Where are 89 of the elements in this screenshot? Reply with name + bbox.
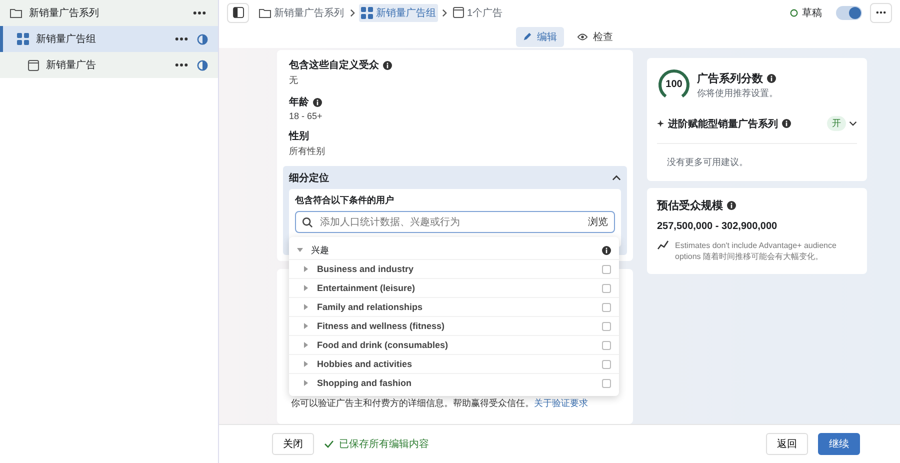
grid-icon: [17, 33, 29, 45]
include-label: 包含符合以下条件的用户: [295, 194, 395, 207]
field-value: 无: [289, 74, 299, 87]
sidebar-item[interactable]: 新销量广告: [0, 52, 218, 78]
breadcrumb[interactable]: 新销量广告组: [359, 4, 438, 22]
audience-range: 257,500,000 - 302,900,000: [657, 221, 778, 232]
more-button[interactable]: [870, 2, 892, 22]
field-label: 性别: [289, 130, 309, 143]
status-badge: 开: [827, 116, 846, 131]
page-icon: [28, 60, 39, 70]
eye-icon: [577, 32, 588, 40]
sidebar-panel-icon: [232, 7, 244, 18]
info-icon: [727, 201, 736, 210]
category-label[interactable]: Fitness and wellness (fitness): [317, 321, 594, 331]
more-button[interactable]: [173, 63, 190, 67]
more-button[interactable]: [191, 11, 208, 15]
page-icon: [453, 7, 464, 18]
category-label[interactable]: 兴趣: [311, 244, 594, 256]
breadcrumb[interactable]: 新销量广告系列: [257, 4, 346, 22]
card-subtitle: 你将使用推荐设置。: [697, 86, 778, 100]
half-circle-icon: [197, 60, 208, 70]
continue-button[interactable]: 继续: [818, 433, 860, 455]
checkbox[interactable]: [602, 360, 611, 368]
search-icon: [302, 216, 313, 228]
checkbox[interactable]: [602, 378, 611, 388]
folder-icon: [259, 8, 271, 18]
score-value: 100: [666, 80, 682, 90]
status-label: 草稿: [802, 6, 822, 20]
setting-label: 进阶赋能型销量广告系列: [668, 117, 778, 130]
field-value: 所有性别: [289, 145, 326, 158]
toggle-switch[interactable]: [836, 6, 862, 20]
checkbox[interactable]: [602, 284, 611, 292]
chevron-icon[interactable]: [612, 175, 621, 181]
field-label: 包含这些自定义受众: [289, 58, 379, 72]
info-icon: [782, 119, 791, 128]
back-button[interactable]: 返回: [766, 433, 808, 455]
saved-status: 已保存所有编辑内容: [339, 438, 429, 451]
verification-link[interactable]: 关于验证要求: [534, 398, 588, 408]
category-label[interactable]: Hobbies and activities: [317, 359, 594, 369]
caret-icon[interactable]: [303, 266, 309, 272]
field-value: 18 - 65+: [289, 111, 324, 121]
category-label[interactable]: Shopping and fashion: [317, 378, 594, 388]
tab[interactable]: 编辑: [516, 26, 564, 46]
field-label: 年龄: [289, 96, 309, 109]
caret-icon[interactable]: [303, 380, 309, 386]
category-label[interactable]: Family and relationships: [317, 302, 594, 312]
verification-text: 你可以验证广告主和付费方的详细信息。帮助赢得受众信任。关于验证要求: [291, 397, 589, 410]
panel-toggle-button[interactable]: [227, 2, 249, 22]
category-label[interactable]: Entertainment (leisure): [317, 283, 594, 293]
trend-icon: [657, 240, 669, 250]
chevron-icon: [442, 8, 447, 16]
more-icon: [175, 37, 188, 41]
category-label[interactable]: Food and drink (consumables): [317, 340, 594, 350]
caret-icon[interactable]: [303, 361, 309, 367]
chevron-icon: [350, 8, 355, 16]
grid-icon: [361, 6, 373, 18]
checkbox[interactable]: [602, 340, 611, 350]
card-title: 预估受众规模: [657, 198, 723, 213]
more-button[interactable]: [173, 37, 190, 41]
more-icon: [175, 63, 188, 67]
checkbox[interactable]: [602, 322, 611, 330]
section-title: 细分定位: [289, 171, 329, 185]
suggestion-note: 没有更多可用建议。: [666, 156, 749, 169]
sidebar-item[interactable]: 新销量广告系列: [0, 0, 218, 26]
browse-link[interactable]: 浏览: [588, 215, 608, 229]
close-button[interactable]: 关闭: [272, 433, 314, 455]
caret-icon[interactable]: [303, 342, 309, 348]
sparkle-icon: [657, 120, 664, 127]
checkbox[interactable]: [602, 302, 611, 312]
tab[interactable]: 检查: [570, 26, 620, 46]
card-title: 广告系列分数: [697, 72, 763, 86]
pencil-icon: [523, 32, 532, 41]
half-circle-icon: [197, 34, 208, 44]
checkbox[interactable]: [602, 264, 611, 274]
chevron-icon[interactable]: [849, 121, 857, 126]
breadcrumb[interactable]: 1个广告: [451, 4, 505, 22]
caret-icon[interactable]: [303, 304, 309, 310]
sidebar-item[interactable]: 新销量广告组: [0, 26, 218, 52]
folder-icon: [10, 8, 22, 18]
caret-icon[interactable]: [303, 323, 309, 329]
more-icon: [876, 11, 886, 14]
caret-icon[interactable]: [303, 285, 309, 291]
estimate-note: Estimates don't include Advantage+ audience options 随着时间推移可能会有大幅变化。: [675, 240, 838, 262]
more-icon: [193, 11, 206, 15]
check-icon: [324, 440, 334, 448]
info-icon: [767, 74, 776, 82]
circle-icon: [790, 8, 798, 16]
info-icon: [602, 246, 611, 254]
category-label[interactable]: Business and industry: [317, 264, 594, 274]
